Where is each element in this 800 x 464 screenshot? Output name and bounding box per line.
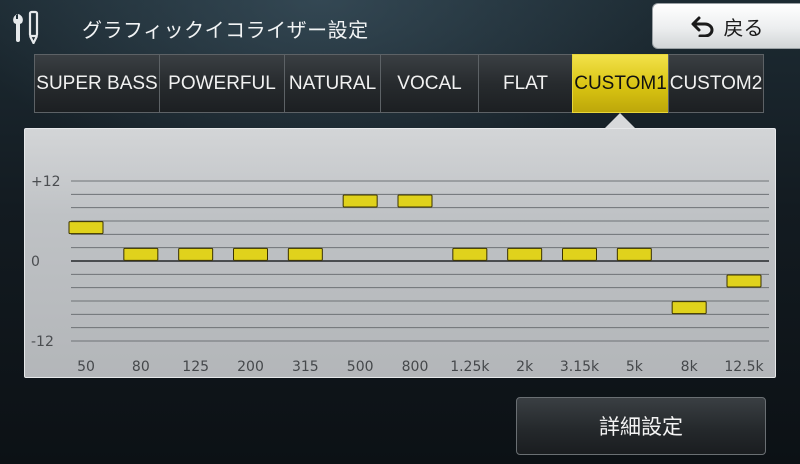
freq-label-125: 125 xyxy=(182,359,209,375)
freq-label-315: 315 xyxy=(292,359,319,375)
preset-tabs: SUPER BASS POWERFUL NATURAL VOCAL FLAT C… xyxy=(34,54,764,113)
tab-flat[interactable]: FLAT xyxy=(478,54,572,113)
back-button[interactable]: 戻る xyxy=(652,3,800,49)
wrench-pencil-icon xyxy=(13,10,39,44)
eq-slider-2k[interactable] xyxy=(507,247,543,261)
back-button-label: 戻る xyxy=(723,15,764,40)
eq-slider-125[interactable] xyxy=(178,247,214,261)
eq-slider-12.5k[interactable] xyxy=(726,274,762,288)
freq-label-1.25k: 1.25k xyxy=(450,359,490,375)
tab-natural[interactable]: NATURAL xyxy=(284,54,380,113)
freq-label-500: 500 xyxy=(347,359,374,375)
page-title: グラフィックイコライザー設定 xyxy=(82,18,369,42)
freq-label-2k: 2k xyxy=(516,359,534,375)
return-arrow-icon xyxy=(691,16,713,37)
eq-slider-315[interactable] xyxy=(287,247,323,261)
freq-label-80: 80 xyxy=(132,359,150,375)
eq-slider-500[interactable] xyxy=(342,194,378,208)
eq-slider-50[interactable] xyxy=(68,221,104,235)
equalizer-panel: +12 0 -12 50 80 125 200 315 500 800 1.25k 2k 3.15k 5k… xyxy=(24,128,776,378)
freq-label-8k: 8k xyxy=(681,359,699,375)
y-label-top: +12 xyxy=(31,174,61,190)
eq-slider-3.15k[interactable] xyxy=(562,247,597,261)
detail-settings-label: 詳細設定 xyxy=(599,415,683,439)
eq-slider-80[interactable] xyxy=(123,247,159,261)
eq-slider-8k[interactable] xyxy=(671,301,707,315)
eq-slider-200[interactable] xyxy=(233,247,268,261)
equalizer-graph: +12 0 -12 50 80 125 200 315 500 800 1.25k 2k 3.15k 5k… xyxy=(31,174,769,375)
y-label-bottom: -12 xyxy=(31,334,54,350)
tab-vocal[interactable]: VOCAL xyxy=(380,54,478,113)
tab-custom2[interactable]: CUSTOM2 xyxy=(668,54,764,113)
detail-settings-button[interactable]: 詳細設定 xyxy=(516,397,766,455)
title-bar: グラフィックイコライザー設定 xyxy=(0,0,640,52)
y-label-mid: 0 xyxy=(31,254,40,270)
freq-label-50: 50 xyxy=(77,359,95,375)
tab-powerful[interactable]: POWERFUL xyxy=(159,54,284,113)
eq-slider-800[interactable] xyxy=(397,194,433,208)
tab-custom1[interactable]: CUSTOM1 xyxy=(572,54,668,113)
eq-slider-1.25k[interactable] xyxy=(452,247,488,261)
freq-label-800: 800 xyxy=(402,359,429,375)
freq-label-200: 200 xyxy=(237,359,264,375)
freq-label-12.5k: 12.5k xyxy=(724,359,764,375)
freq-label-3.15k: 3.15k xyxy=(560,359,600,375)
active-tab-pointer xyxy=(604,113,636,129)
eq-slider-5k[interactable] xyxy=(616,247,652,261)
tab-super-bass[interactable]: SUPER BASS xyxy=(34,54,159,113)
freq-label-5k: 5k xyxy=(626,359,644,375)
